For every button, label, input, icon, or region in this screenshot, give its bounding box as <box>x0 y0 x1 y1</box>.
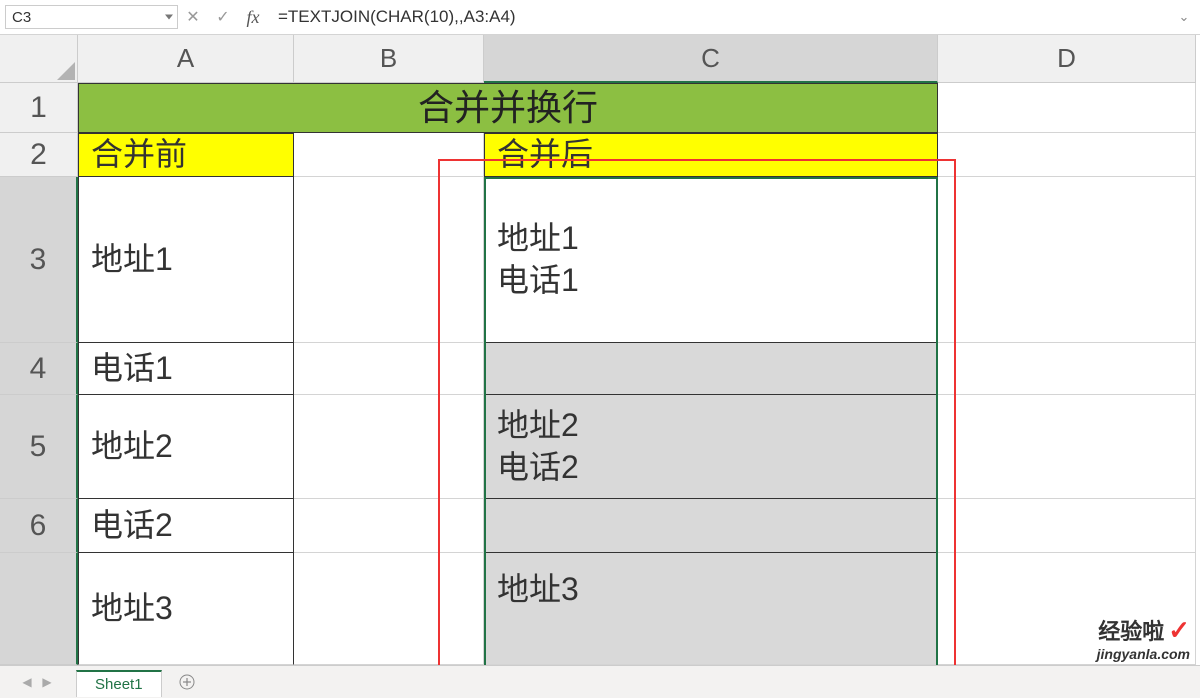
row-header-1[interactable]: 1 <box>0 83 78 133</box>
cell-c3[interactable]: 地址1 电话1 <box>484 177 938 343</box>
col-header-c[interactable]: C <box>484 35 938 83</box>
formula-input[interactable]: =TEXTJOIN(CHAR(10),,A3:A4) <box>268 5 1173 29</box>
formula-text: =TEXTJOIN(CHAR(10),,A3:A4) <box>278 7 516 27</box>
name-box-dropdown-icon[interactable] <box>165 15 173 20</box>
sheet-nav-prev-icon[interactable]: ◀ <box>18 673 36 691</box>
cell-d6[interactable] <box>938 499 1196 553</box>
row-header-3[interactable]: 3 <box>0 177 78 343</box>
col-header-a[interactable]: A <box>78 35 294 83</box>
cell-a5[interactable]: 地址2 <box>78 395 294 499</box>
col-header-d[interactable]: D <box>938 35 1196 83</box>
cell-b6[interactable] <box>294 499 484 553</box>
row-header-2[interactable]: 2 <box>0 133 78 177</box>
row-header-4[interactable]: 4 <box>0 343 78 395</box>
sheet-nav: ◀ ▶ <box>18 673 56 691</box>
select-all-corner[interactable] <box>0 35 78 83</box>
cell-a7[interactable]: 地址3 <box>78 553 294 665</box>
cell-c6[interactable] <box>484 499 938 553</box>
sheet-tab-bar: ◀ ▶ Sheet1 <box>0 665 1200 698</box>
cell-a6[interactable]: 电话2 <box>78 499 294 553</box>
cell-c2[interactable]: 合并后 <box>484 133 938 177</box>
cell-c7[interactable]: 地址3 <box>484 553 938 665</box>
sheet-nav-next-icon[interactable]: ▶ <box>38 673 56 691</box>
cell-a2[interactable]: 合并前 <box>78 133 294 177</box>
cell-a1-merged[interactable]: 合并并换行 <box>78 83 938 133</box>
formula-bar: C3 ⋮ ✕ ✓ fx =TEXTJOIN(CHAR(10),,A3:A4) ⌄ <box>0 0 1200 35</box>
expand-formula-bar-icon[interactable]: ⌄ <box>1173 9 1195 25</box>
fx-icon[interactable]: fx <box>238 5 268 29</box>
cancel-formula-icon[interactable]: ✕ <box>178 5 208 29</box>
add-sheet-button[interactable] <box>172 669 202 695</box>
row-header-6[interactable]: 6 <box>0 499 78 553</box>
name-box-value: C3 <box>12 9 31 26</box>
cell-d7[interactable] <box>938 553 1196 665</box>
sheet-tab-1[interactable]: Sheet1 <box>76 670 162 697</box>
cell-b2[interactable] <box>294 133 484 177</box>
row-header-5[interactable]: 5 <box>0 395 78 499</box>
cell-d1[interactable] <box>938 83 1196 133</box>
cell-d2[interactable] <box>938 133 1196 177</box>
cell-b3[interactable] <box>294 177 484 343</box>
plus-icon <box>179 674 195 690</box>
cell-a3[interactable]: 地址1 <box>78 177 294 343</box>
cell-b7[interactable] <box>294 553 484 665</box>
name-box[interactable]: C3 <box>5 5 178 29</box>
cell-d5[interactable] <box>938 395 1196 499</box>
cell-a4[interactable]: 电话1 <box>78 343 294 395</box>
cell-c5[interactable]: 地址2 电话2 <box>484 395 938 499</box>
row-header-7[interactable] <box>0 553 78 665</box>
cell-d3[interactable] <box>938 177 1196 343</box>
cell-b5[interactable] <box>294 395 484 499</box>
cell-d4[interactable] <box>938 343 1196 395</box>
confirm-formula-icon[interactable]: ✓ <box>208 5 238 29</box>
spreadsheet-grid[interactable]: A B C D 1 合并并换行 2 合并前 合并后 3 地址1 地址1 电话1 … <box>0 35 1200 665</box>
col-header-b[interactable]: B <box>294 35 484 83</box>
cell-b4[interactable] <box>294 343 484 395</box>
cell-c4[interactable] <box>484 343 938 395</box>
